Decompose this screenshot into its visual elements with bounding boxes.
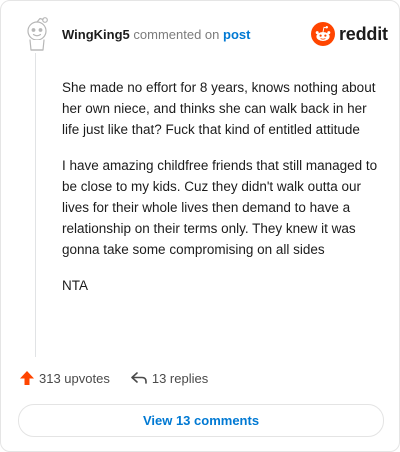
reddit-snoo-icon	[311, 22, 335, 46]
upvote-count: 313 upvotes	[39, 370, 110, 386]
upvote-arrow-icon	[20, 371, 34, 385]
commented-on-text: commented on	[133, 27, 220, 42]
reddit-logo[interactable]: reddit	[311, 22, 388, 46]
username-link[interactable]: WingKing5	[62, 27, 130, 42]
reply-count: 13 replies	[151, 370, 209, 386]
post-link[interactable]: post	[223, 27, 250, 42]
comment-actions: 313 upvotes 13 replies	[19, 370, 208, 386]
comment-card: WingKing5 commented on post reddit She m…	[0, 0, 400, 452]
comment-paragraph: I have amazing childfree friends that st…	[62, 158, 378, 257]
reply-arrow-icon	[131, 372, 147, 384]
comment-body: She made no effort for 8 years, knows no…	[62, 77, 378, 311]
avatar[interactable]	[22, 16, 52, 54]
comment-paragraph: She made no effort for 8 years, knows no…	[62, 80, 376, 137]
comment-header: WingKing5 commented on post	[62, 27, 250, 43]
view-comments-button[interactable]: View 13 comments	[18, 404, 384, 437]
comment-paragraph: NTA	[62, 278, 88, 293]
replies-button[interactable]: 13 replies	[130, 370, 208, 386]
upvote-button[interactable]: 313 upvotes	[19, 370, 110, 386]
thread-line	[35, 53, 36, 357]
reddit-wordmark: reddit	[339, 23, 388, 44]
